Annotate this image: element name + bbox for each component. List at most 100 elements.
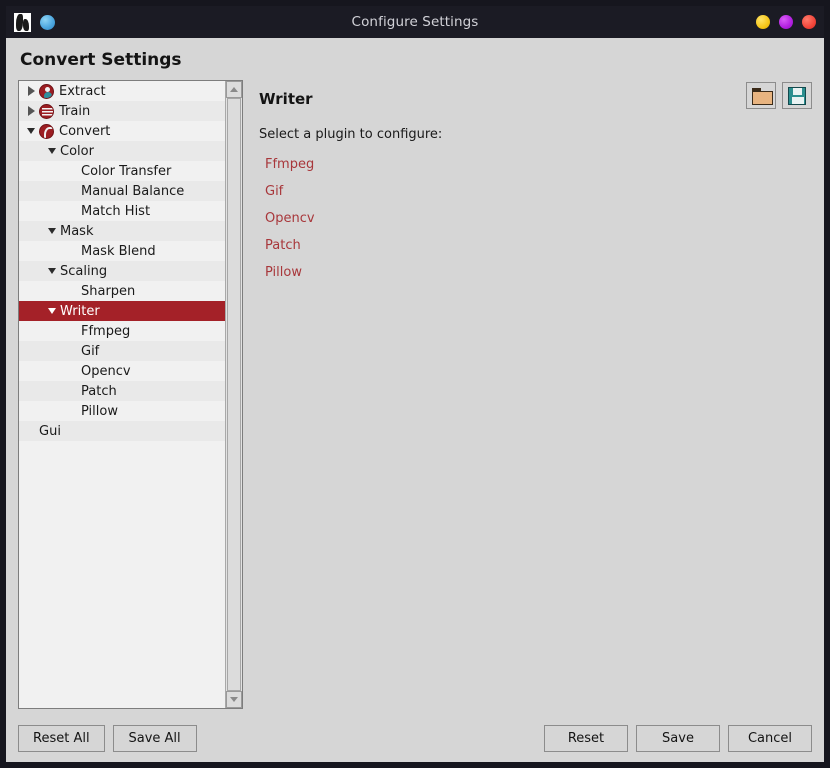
blue-circle-icon <box>40 14 55 30</box>
save-settings-button[interactable] <box>782 82 812 109</box>
floppy-save-icon <box>788 86 806 105</box>
tree-item-extract[interactable]: Extract <box>19 81 225 101</box>
tree-item-label: Opencv <box>81 363 131 379</box>
tree-item-label: Train <box>59 103 91 119</box>
folder-open-icon <box>751 88 773 105</box>
scroll-down-arrow-icon <box>230 697 238 702</box>
panel-toolbar <box>746 82 812 109</box>
title-bar-left-icons <box>14 12 55 32</box>
chevron-down-icon <box>48 148 56 154</box>
tree-item-ffmpeg[interactable]: Ffmpeg <box>19 321 225 341</box>
tree-item-label: Color <box>60 143 94 159</box>
tree-item-label: Writer <box>60 303 100 319</box>
tree-item-gui[interactable]: Gui <box>19 421 225 441</box>
plugin-link-opencv[interactable]: Opencv <box>265 212 315 225</box>
tree-item-label: Match Hist <box>81 203 151 219</box>
tree-item-label: Pillow <box>81 403 118 419</box>
window-title: Configure Settings <box>351 14 479 30</box>
tree-item-label: Mask Blend <box>81 243 156 259</box>
plugin-config-panel: Writer Select a plugin to configure: Ffm… <box>255 80 812 709</box>
scroll-down-button[interactable] <box>226 691 242 708</box>
chevron-down-icon <box>48 268 56 274</box>
tree-item-label: Sharpen <box>81 283 136 299</box>
footer-left-buttons: Reset All Save All <box>18 725 197 752</box>
minimize-button[interactable] <box>756 15 770 29</box>
reset-all-button[interactable]: Reset All <box>18 725 105 752</box>
tree-item-scaling[interactable]: Scaling <box>19 261 225 281</box>
tree-item-gif[interactable]: Gif <box>19 341 225 361</box>
tree-item-writer[interactable]: Writer <box>19 301 225 321</box>
tree-item-mask-blend[interactable]: Mask Blend <box>19 241 225 261</box>
chevron-right-icon <box>27 106 35 116</box>
save-button[interactable]: Save <box>636 725 720 752</box>
tree-expander-collapsed[interactable] <box>23 86 39 96</box>
tree-item-label: Scaling <box>60 263 108 279</box>
settings-dialog: Convert Settings Extract Train Convert Colo… <box>6 38 824 762</box>
train-icon <box>39 103 54 119</box>
tree-item-convert[interactable]: Convert <box>19 121 225 141</box>
plugin-link-list: Ffmpeg Gif Opencv Patch Pillow <box>265 155 812 290</box>
cancel-button[interactable]: Cancel <box>728 725 812 752</box>
tree-item-label: Extract <box>59 83 106 99</box>
extract-icon <box>39 83 54 99</box>
maximize-button[interactable] <box>779 15 793 29</box>
app-logo-icon <box>14 12 31 32</box>
plugin-link-pillow[interactable]: Pillow <box>265 266 302 279</box>
tree-item-label: Gui <box>39 423 61 439</box>
tree-item-match-hist[interactable]: Match Hist <box>19 201 225 221</box>
plugin-row: Pillow <box>265 263 812 290</box>
reset-button[interactable]: Reset <box>544 725 628 752</box>
load-settings-button[interactable] <box>746 82 776 109</box>
dialog-content: Extract Train Convert Color Color Transfer Ma… <box>18 80 812 709</box>
plugin-row: Opencv <box>265 209 812 236</box>
page-title: Convert Settings <box>20 50 182 70</box>
tree-item-color-transfer[interactable]: Color Transfer <box>19 161 225 181</box>
tree-item-label: Patch <box>81 383 117 399</box>
tree-item-pillow[interactable]: Pillow <box>19 401 225 421</box>
scroll-up-button[interactable] <box>226 81 242 98</box>
dialog-footer: Reset All Save All Reset Save Cancel <box>18 713 812 752</box>
chevron-right-icon <box>27 86 35 96</box>
tree-item-patch[interactable]: Patch <box>19 381 225 401</box>
tree-item-label: Gif <box>81 343 100 359</box>
tree-item-color[interactable]: Color <box>19 141 225 161</box>
title-bar: Configure Settings <box>6 6 824 38</box>
tree-expander-expanded[interactable] <box>23 128 39 134</box>
tree-scrollbar-track[interactable] <box>226 98 242 691</box>
tree-item-train[interactable]: Train <box>19 101 225 121</box>
save-all-button[interactable]: Save All <box>112 725 197 752</box>
tree-item-mask[interactable]: Mask <box>19 221 225 241</box>
plugin-row: Gif <box>265 182 812 209</box>
tree-item-label: Color Transfer <box>81 163 172 179</box>
tree-scrollbar[interactable] <box>225 81 242 708</box>
panel-title: Writer <box>259 90 313 108</box>
tree-expander-expanded[interactable] <box>44 228 60 234</box>
tree-expander-expanded[interactable] <box>44 308 60 314</box>
tree-item-label: Manual Balance <box>81 183 185 199</box>
scroll-up-arrow-icon <box>230 87 238 92</box>
plugin-link-patch[interactable]: Patch <box>265 239 301 252</box>
tree-expander-collapsed[interactable] <box>23 106 39 116</box>
panel-subtitle: Select a plugin to configure: <box>259 127 443 142</box>
tree-item-opencv[interactable]: Opencv <box>19 361 225 381</box>
plugin-row: Ffmpeg <box>265 155 812 182</box>
footer-right-buttons: Reset Save Cancel <box>544 725 812 752</box>
tree-item-label: Ffmpeg <box>81 323 131 339</box>
chevron-down-icon <box>48 228 56 234</box>
tree-item-label: Mask <box>60 223 94 239</box>
tree-expander-expanded[interactable] <box>44 148 60 154</box>
plugin-link-ffmpeg[interactable]: Ffmpeg <box>265 158 314 171</box>
convert-icon <box>39 123 54 139</box>
settings-tree-panel: Extract Train Convert Color Color Transfer Ma… <box>18 80 243 709</box>
settings-tree[interactable]: Extract Train Convert Color Color Transfer Ma… <box>19 81 225 708</box>
window-controls <box>756 15 816 29</box>
tree-scrollbar-thumb[interactable] <box>227 98 241 691</box>
tree-expander-expanded[interactable] <box>44 268 60 274</box>
tree-item-manual-balance[interactable]: Manual Balance <box>19 181 225 201</box>
application-window: Configure Settings Convert Settings Extr… <box>0 0 830 768</box>
chevron-down-icon <box>27 128 35 134</box>
tree-item-sharpen[interactable]: Sharpen <box>19 281 225 301</box>
close-button[interactable] <box>802 15 816 29</box>
plugin-link-gif[interactable]: Gif <box>265 185 283 198</box>
plugin-row: Patch <box>265 236 812 263</box>
